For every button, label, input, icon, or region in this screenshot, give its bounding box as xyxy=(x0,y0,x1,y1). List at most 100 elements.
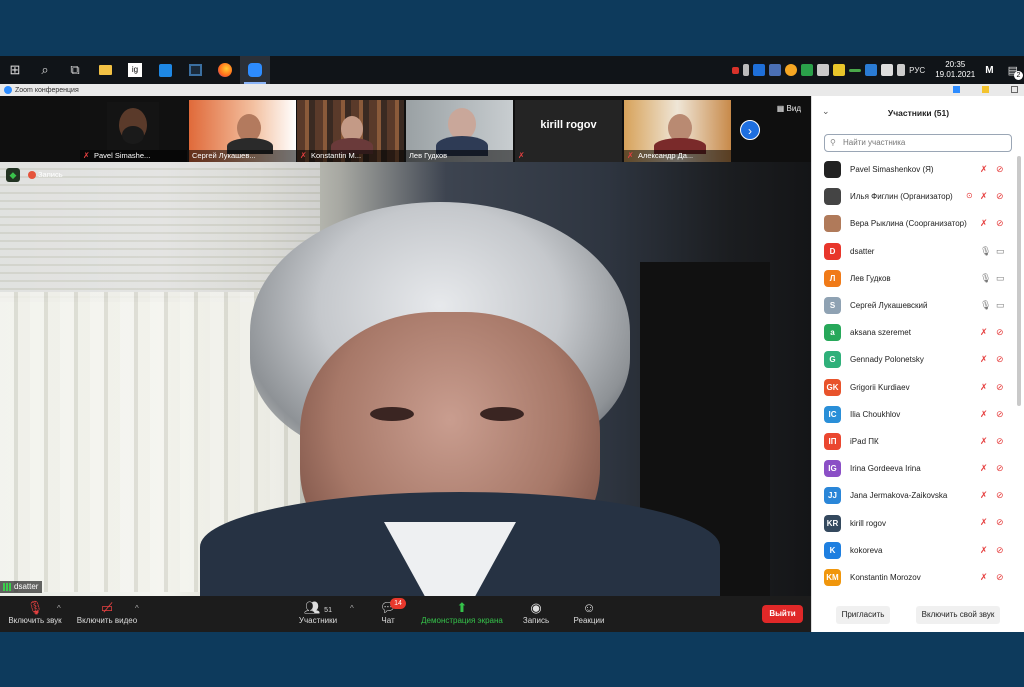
share-screen-icon: ⬆ xyxy=(456,600,468,615)
network-icon[interactable] xyxy=(881,64,894,76)
video-thumbnail[interactable]: kirill rogov ✗ xyxy=(515,100,622,162)
language-indicator[interactable]: РУС xyxy=(909,66,925,75)
unmute-button[interactable]: 🎙︎ Включить звук xyxy=(6,600,64,630)
participant-row[interactable]: Ddsatter 🎙︎ ▭ xyxy=(812,238,1017,265)
participant-search-input[interactable]: ⚲ Найти участника xyxy=(824,134,1012,152)
tray-app-icon[interactable] xyxy=(865,64,878,76)
participant-row[interactable]: Вера Рыклина (Соорганизатор) ✗ ⊘ xyxy=(812,210,1017,237)
participants-icon: 👥︎ xyxy=(304,600,321,615)
thumbnail-name-display: kirill rogov xyxy=(540,119,597,131)
security-shield-icon[interactable]: ◆ xyxy=(6,168,20,182)
close-button[interactable] xyxy=(1011,86,1018,93)
clock-date: 19.01.2021 xyxy=(935,70,976,79)
mi-tray-icon[interactable]: M xyxy=(985,65,993,76)
participants-label: Участники xyxy=(298,616,338,625)
participant-row[interactable]: KM Konstantin Morozov ✗ ⊘ xyxy=(812,564,1017,591)
leave-button[interactable]: Выйти xyxy=(762,605,803,623)
taskview-icon[interactable]: ⧉ xyxy=(60,56,90,84)
participant-avatar: Л xyxy=(824,269,841,287)
participant-avatar xyxy=(824,188,841,206)
search-placeholder: Найти участника xyxy=(843,138,906,147)
mic-muted-icon: ✗ xyxy=(518,151,525,160)
camera-off-icon: ⊘ xyxy=(996,164,1004,174)
participant-row[interactable]: Л Лев Гудков 🎙︎ ▭ xyxy=(812,265,1017,292)
mic-muted-icon: ✗ xyxy=(980,544,988,555)
participant-row[interactable]: Kkokoreva ✗ ⊘ xyxy=(812,537,1017,564)
battery-tray-icon[interactable] xyxy=(849,68,862,72)
record-icon: ◉ xyxy=(530,600,542,615)
participant-row[interactable]: Pavel Simashenkov (Я) ✗ ⊘ xyxy=(812,156,1017,183)
shield-tray-icon[interactable] xyxy=(833,64,846,76)
mic-muted-icon: ✗ xyxy=(980,517,988,528)
participant-row[interactable]: KR kirill rogov ✗ ⊘ xyxy=(812,509,1017,536)
firefox-icon[interactable] xyxy=(210,56,240,84)
camera-icon: ▭ xyxy=(996,299,1005,310)
reactions-icon: ☺ xyxy=(582,600,596,615)
participant-row[interactable]: Илья Фиглин (Организатор) ⊙ ✗ ⊘ xyxy=(812,183,1017,210)
tablet-icon[interactable] xyxy=(180,56,210,84)
participant-row[interactable]: IG Irina Gordeeva Irina ✗ ⊘ xyxy=(812,455,1017,482)
share-screen-button[interactable]: ⬆ Демонстрация экрана xyxy=(418,600,506,630)
share-screen-label: Демонстрация экрана xyxy=(421,616,503,625)
camera-off-icon: ⊘ xyxy=(996,571,1004,582)
search-icon[interactable]: ⌕ xyxy=(30,56,60,84)
video-thumbnail[interactable]: ✗ Konstantin M... xyxy=(297,100,404,162)
participants-options-chevron-icon[interactable]: ^ xyxy=(350,604,354,613)
record-button[interactable]: ◉ Запись xyxy=(520,600,552,630)
camera-off-icon: ⊘ xyxy=(996,517,1004,528)
next-page-button[interactable]: › xyxy=(740,120,760,140)
participants-button[interactable]: 👥︎ 51 Участники xyxy=(296,600,340,630)
maximize-button[interactable] xyxy=(982,86,989,93)
background-frame-top xyxy=(0,0,1024,56)
mic-icon: 🎙︎ xyxy=(980,299,992,310)
video-thumbnail[interactable]: ✗ Pavel Simashe... xyxy=(80,100,187,162)
explorer-icon[interactable] xyxy=(90,56,120,84)
start-video-button[interactable]: ▭̸ Включить видео xyxy=(76,600,138,630)
participant-row[interactable]: a aksana szeremet ✗ ⊘ xyxy=(812,319,1017,346)
video-thumbnail[interactable]: Лев Гудков xyxy=(406,100,513,162)
mic-muted-icon: ✗ xyxy=(300,151,307,160)
video-thumbnail[interactable]: ✗ Александр Да... xyxy=(624,100,731,162)
participant-row[interactable]: JJ Jana Jermakova-Zaikovska ✗ ⊘ xyxy=(812,482,1017,509)
mic-icon: 🎙︎ xyxy=(980,245,992,256)
participant-avatar: K xyxy=(824,541,841,559)
record-label: Запись xyxy=(522,616,550,625)
participant-row[interactable]: GK Grigorii Kurdiaev ✗ ⊘ xyxy=(812,374,1017,401)
ig-app-icon[interactable]: ig xyxy=(120,56,150,84)
tray-app-icon[interactable] xyxy=(817,64,830,76)
clock[interactable]: 20:35 19.01.2021 xyxy=(935,60,975,80)
mic-muted-icon: ✗ xyxy=(980,463,988,474)
volume-icon[interactable] xyxy=(897,64,906,76)
minimize-button[interactable] xyxy=(953,86,960,93)
video-thumbnail[interactable]: Сергей Лукашев... xyxy=(189,100,296,162)
reactions-label: Реакции xyxy=(573,616,605,625)
tray-app-icon[interactable] xyxy=(801,64,814,76)
mic-muted-icon: ✗ xyxy=(980,408,988,419)
notifications-icon[interactable]: ▤ 2 xyxy=(1008,64,1023,80)
video-options-chevron-icon[interactable]: ^ xyxy=(135,604,139,613)
zoom-icon[interactable] xyxy=(240,56,270,84)
unmute-me-button[interactable]: Включить свой звук xyxy=(916,606,1000,624)
participant-row[interactable]: IП iPad ПК ✗ ⊘ xyxy=(812,428,1017,455)
participant-row[interactable]: G Gennady Polonetsky ✗ ⊘ xyxy=(812,346,1017,373)
view-button[interactable]: ▦ Вид xyxy=(777,104,801,113)
calendar-tray-icon[interactable] xyxy=(769,64,782,76)
start-icon[interactable]: ⊞ xyxy=(0,56,30,84)
participant-row[interactable]: S Сергей Лукашевский 🎙︎ ▭ xyxy=(812,292,1017,319)
recording-host-icon: ⊙ xyxy=(966,191,973,201)
tray-app-icon[interactable] xyxy=(753,64,766,76)
invite-button[interactable]: Пригласить xyxy=(836,606,890,624)
recording-indicator[interactable]: Запись xyxy=(26,168,63,182)
word-icon[interactable] xyxy=(150,56,180,84)
tray-app-icon[interactable] xyxy=(785,64,798,76)
audio-options-chevron-icon[interactable]: ^ xyxy=(57,604,61,613)
mic-tray-icon[interactable] xyxy=(743,64,750,76)
reactions-button[interactable]: ☺ Реакции xyxy=(571,600,607,630)
tray-app-icon[interactable] xyxy=(732,66,740,74)
chat-label: Чат xyxy=(381,616,395,625)
scrollbar[interactable] xyxy=(1017,156,1021,406)
camera-off-icon: ▭̸ xyxy=(100,600,114,615)
speaker-name: dsatter xyxy=(14,582,39,591)
participant-avatar: G xyxy=(824,351,841,369)
participant-row[interactable]: IC Ilia Choukhlov ✗ ⊘ xyxy=(812,401,1017,428)
